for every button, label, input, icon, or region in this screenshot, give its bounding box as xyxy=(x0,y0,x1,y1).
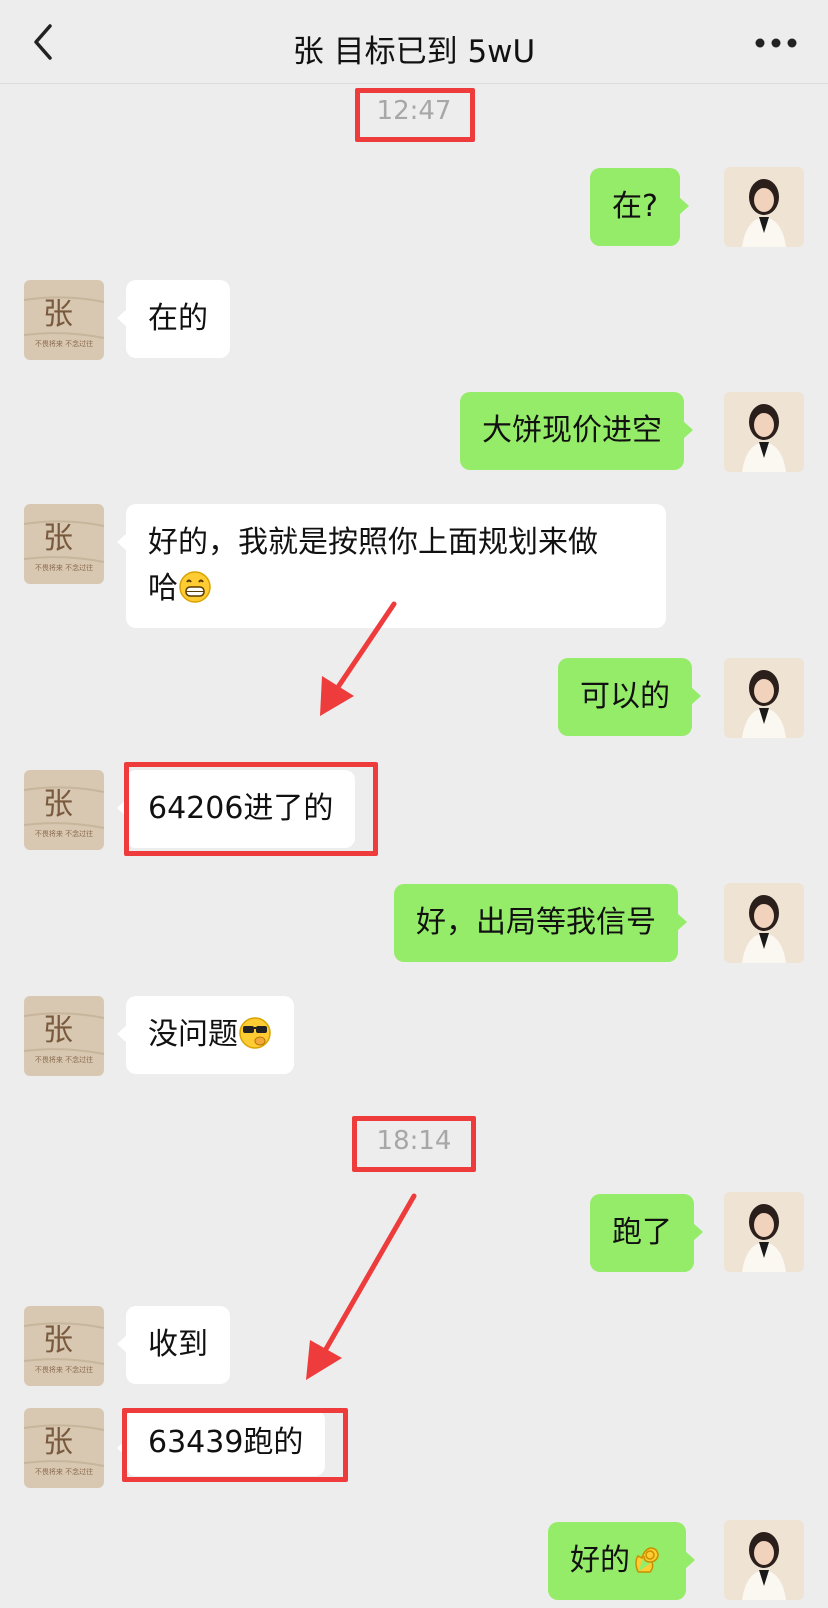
portrait-avatar-icon xyxy=(724,658,804,738)
message-text: 在? xyxy=(612,189,658,224)
avatar-glyph: 张 xyxy=(43,521,73,556)
my-avatar[interactable] xyxy=(724,392,804,472)
shushing-sunglasses-face-emoji-icon xyxy=(239,1017,271,1049)
message-bubble-incoming[interactable]: 63439跑的 xyxy=(116,1410,326,1476)
message-text: 63439跑的 xyxy=(148,1425,304,1460)
avatar-tagline: 不畏将来 不念过往 xyxy=(35,339,93,348)
ok-hand-emoji-icon xyxy=(635,1547,659,1573)
portrait-avatar-icon xyxy=(724,1192,804,1272)
contact-avatar[interactable]: 张 不畏将来 不念过往 xyxy=(24,504,104,584)
my-avatar[interactable] xyxy=(724,883,804,963)
message-text: 没问题 xyxy=(148,1017,238,1052)
avatar-glyph: 张 xyxy=(43,1323,73,1358)
red-arrow-icon xyxy=(306,1193,417,1380)
message-text: 大饼现价进空 xyxy=(482,413,662,448)
contact-avatar[interactable]: 张 不畏将来 不念过往 xyxy=(24,1306,104,1386)
message-bubble-incoming[interactable]: 收到 xyxy=(117,1306,230,1384)
wood-sign-avatar-icon: 张 不畏将来 不念过往 xyxy=(24,996,104,1076)
message-bubble-incoming[interactable]: 64206进了的 xyxy=(116,770,356,848)
contact-avatar[interactable]: 张 不畏将来 不念过往 xyxy=(24,280,104,360)
timestamp: 12:47 xyxy=(376,96,452,126)
more-dots-icon xyxy=(755,38,797,48)
my-avatar[interactable] xyxy=(724,1192,804,1272)
wood-sign-avatar-icon: 张 不畏将来 不念过往 xyxy=(24,770,104,850)
portrait-avatar-icon xyxy=(724,883,804,963)
chat-title: 张 目标已到 5wU xyxy=(292,34,536,70)
red-arrow-icon xyxy=(320,601,397,716)
message-text: 跑了 xyxy=(612,1215,672,1250)
avatar-tagline: 不畏将来 不念过往 xyxy=(35,563,93,572)
grinning-face-emoji-icon xyxy=(179,571,211,603)
message-bubble-outgoing[interactable]: 大饼现价进空 xyxy=(460,392,693,470)
contact-avatar[interactable]: 张 不畏将来 不念过往 xyxy=(24,1408,104,1488)
contact-avatar[interactable]: 张 不畏将来 不念过往 xyxy=(24,770,104,850)
contact-avatar[interactable]: 张 不畏将来 不念过往 xyxy=(24,996,104,1076)
portrait-avatar-icon xyxy=(724,167,804,247)
my-avatar[interactable] xyxy=(724,1520,804,1600)
avatar-tagline: 不畏将来 不念过往 xyxy=(35,1365,93,1374)
wood-sign-avatar-icon: 张 不畏将来 不念过往 xyxy=(24,1408,104,1488)
message-bubble-outgoing[interactable]: 跑了 xyxy=(590,1194,703,1272)
avatar-tagline: 不畏将来 不念过往 xyxy=(35,1467,93,1476)
my-avatar[interactable] xyxy=(724,658,804,738)
chat-header: 张 目标已到 5wU xyxy=(0,0,828,84)
message-bubble-incoming[interactable]: 没问题 xyxy=(117,996,294,1074)
message-text: 收到 xyxy=(148,1327,208,1362)
timestamp: 18:14 xyxy=(376,1126,452,1156)
message-text-line: 哈 xyxy=(148,571,178,606)
message-text: 在的 xyxy=(148,301,208,336)
portrait-avatar-icon xyxy=(724,1520,804,1600)
wood-sign-avatar-icon: 张 不畏将来 不念过往 xyxy=(24,504,104,584)
message-text: 可以的 xyxy=(580,679,670,714)
my-avatar[interactable] xyxy=(724,167,804,247)
more-options-button[interactable] xyxy=(752,26,800,60)
avatar-glyph: 张 xyxy=(43,297,73,332)
avatar-tagline: 不畏将来 不念过往 xyxy=(35,829,93,838)
wood-sign-avatar-icon: 张 不畏将来 不念过往 xyxy=(24,1306,104,1386)
portrait-avatar-icon xyxy=(724,392,804,472)
message-bubble-outgoing[interactable]: 好，出局等我信号 xyxy=(394,884,687,962)
message-bubble-outgoing[interactable]: 在? xyxy=(590,168,689,246)
avatar-glyph: 张 xyxy=(43,787,73,822)
wood-sign-avatar-icon: 张 不畏将来 不念过往 xyxy=(24,280,104,360)
avatar-glyph: 张 xyxy=(43,1425,73,1460)
message-text-line: 好的，我就是按照你上面规划来做 xyxy=(148,525,598,560)
message-bubble-outgoing[interactable]: 好的 xyxy=(548,1522,695,1600)
message-text: 64206进了的 xyxy=(148,791,334,826)
avatar-tagline: 不畏将来 不念过往 xyxy=(35,1055,93,1064)
message-bubble-incoming[interactable]: 在的 xyxy=(117,280,230,358)
message-text: 好的 xyxy=(570,1543,630,1578)
message-text: 好，出局等我信号 xyxy=(416,905,656,940)
message-bubble-outgoing[interactable]: 可以的 xyxy=(558,658,701,736)
avatar-glyph: 张 xyxy=(43,1013,73,1048)
